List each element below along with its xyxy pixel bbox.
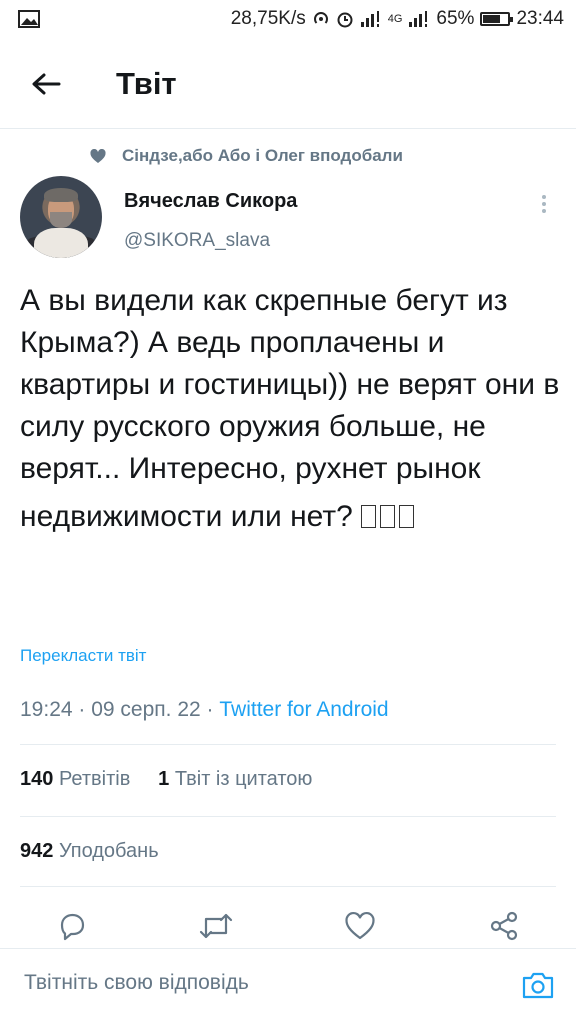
clock: 23:44: [516, 8, 564, 29]
retweet-icon: [199, 913, 233, 939]
emoji-placeholder-icons: [361, 496, 418, 538]
author-handle[interactable]: @SIKORA_slava: [124, 230, 270, 252]
divider: [20, 816, 556, 817]
quotes-stat[interactable]: 1 Твіт із цитатою: [158, 768, 312, 790]
translate-tweet-link[interactable]: Перекласти твіт: [20, 646, 146, 666]
gallery-notification-icon: [18, 10, 40, 33]
camera-button[interactable]: [520, 967, 556, 1003]
reply-composer: Твітніть свою відповідь: [0, 948, 576, 1025]
retweets-count: 140: [20, 768, 54, 790]
arrow-left-icon: [32, 73, 61, 95]
quotes-label: Твіт із цитатою: [174, 768, 313, 790]
tweet-time: 19:24: [20, 698, 73, 721]
tweet-meta: 19:24 · 09 серп. 22 · Twitter for Androi…: [20, 698, 389, 721]
divider: [20, 886, 556, 887]
more-options-button[interactable]: [530, 190, 558, 218]
retweet-button[interactable]: [196, 906, 236, 946]
liked-by-text: Сіндзе,або Або і Олег вподобали: [122, 146, 403, 165]
avatar[interactable]: [20, 176, 102, 258]
tweet-text: А вы видели как скрепные бегут из Крыма?…: [20, 280, 560, 538]
retweets-stat[interactable]: 140 Ретвітів: [20, 768, 130, 790]
share-icon: [490, 911, 518, 941]
author-name[interactable]: Вячеслав Сикора: [124, 190, 297, 213]
battery-percent: 65%: [436, 8, 475, 29]
alarm-icon: [336, 10, 354, 28]
likes-count: 942: [20, 840, 54, 862]
status-bar: 28,75K/s 4G 65% 23:44: [0, 0, 576, 40]
camera-icon: [522, 972, 554, 999]
comment-icon: [60, 913, 85, 941]
back-button[interactable]: [26, 64, 66, 104]
network-speed: 28,75K/s: [230, 8, 306, 29]
tweet-date: 09 серп. 22: [91, 698, 201, 721]
tweet-text-content: А вы видели как скрепные бегут из Крыма?…: [20, 284, 560, 533]
reply-input[interactable]: Твітніть свою відповідь: [24, 971, 249, 995]
share-button[interactable]: [484, 906, 524, 946]
social-context[interactable]: Сіндзе,або Або і Олег вподобали: [90, 146, 403, 166]
more-vertical-icon: [542, 195, 546, 213]
battery-icon: [480, 12, 514, 26]
quotes-count: 1: [158, 768, 170, 790]
divider: [20, 744, 556, 745]
top-bar: Твіт: [0, 40, 576, 129]
hotspot-icon: [312, 10, 330, 28]
engagement-stats: 140 Ретвітів 1 Твіт із цитатою: [20, 768, 312, 791]
tweet-source-link[interactable]: Twitter for Android: [219, 698, 388, 721]
status-icons: 28,75K/s 4G 65% 23:44: [231, 8, 564, 30]
signal-icon: [360, 11, 382, 27]
network-type: 4G: [387, 13, 403, 25]
likes-label: Уподобань: [58, 840, 159, 862]
likes-stat[interactable]: 942 Уподобань: [20, 840, 159, 862]
tweet-actions: [0, 900, 576, 948]
heart-icon: [90, 148, 106, 163]
signal-2-icon: [408, 11, 430, 27]
heart-outline-icon: [345, 911, 375, 940]
likes-stats: 942 Уподобань: [20, 840, 159, 863]
retweets-label: Ретвітів: [58, 768, 131, 790]
page-title: Твіт: [116, 66, 177, 101]
reply-button[interactable]: [52, 906, 92, 946]
like-button[interactable]: [340, 906, 380, 946]
